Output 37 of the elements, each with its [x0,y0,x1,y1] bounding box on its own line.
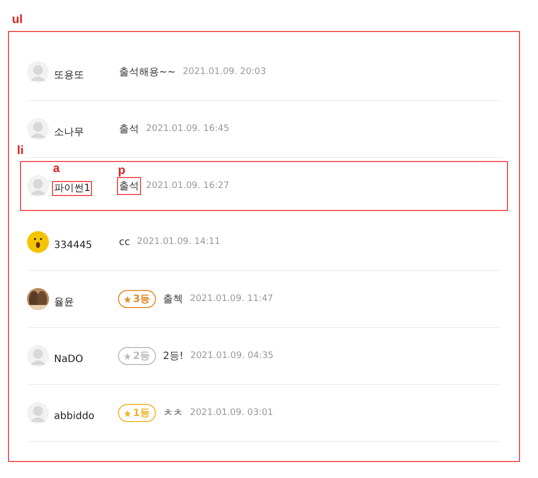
comment-text: 2등! [162,350,184,364]
user-name[interactable]: NaDO [53,352,84,366]
annotation-label: a [53,161,60,175]
comment-time: 2021.01.09. 20:03 [182,67,266,77]
comment-text: 출석 [118,178,140,194]
comment-time: 2021.01.09. 03:01 [190,408,274,418]
comment-text: ㅊㅊ [162,407,184,421]
rank-badge: 2등 [118,347,156,365]
comment-time: 2021.01.09. 11:47 [190,294,274,304]
annotation-label: li [17,143,24,157]
user-name[interactable]: 또용또 [53,68,85,82]
comment-text: 출석해용~~ [118,66,177,80]
comment-text: 출첵 [162,293,184,307]
user-name[interactable]: 파이썬1 [53,182,92,195]
comment-time: 2021.01.09. 16:27 [146,180,230,190]
avatar-icon [27,402,49,424]
rank-badge: 1등 [118,404,156,422]
avatar-icon [27,118,49,140]
comment-text: 출석 [118,123,140,137]
comment-time: 2021.01.09. 04:35 [190,351,274,361]
rank-badge: 3등 [118,290,156,308]
star-icon [124,410,131,416]
user-name[interactable]: 소나무 [53,126,85,138]
comment-text: cc [118,236,131,248]
annotation-label: p [118,162,126,176]
star-icon [124,296,131,302]
avatar-icon [27,345,49,367]
user-name[interactable]: 334445 [53,238,94,252]
comment-time: 2021.01.09. 14:11 [137,237,220,247]
avatar-icon [27,174,49,196]
user-name[interactable]: 율윤 [53,296,75,308]
comment-time: 2021.01.09. 16:45 [146,124,230,134]
annotation-label: ul [12,12,24,26]
user-name[interactable]: abbiddo [53,410,96,422]
star-icon [124,352,131,360]
avatar-icon [27,61,49,83]
avatar-icon [27,231,49,253]
